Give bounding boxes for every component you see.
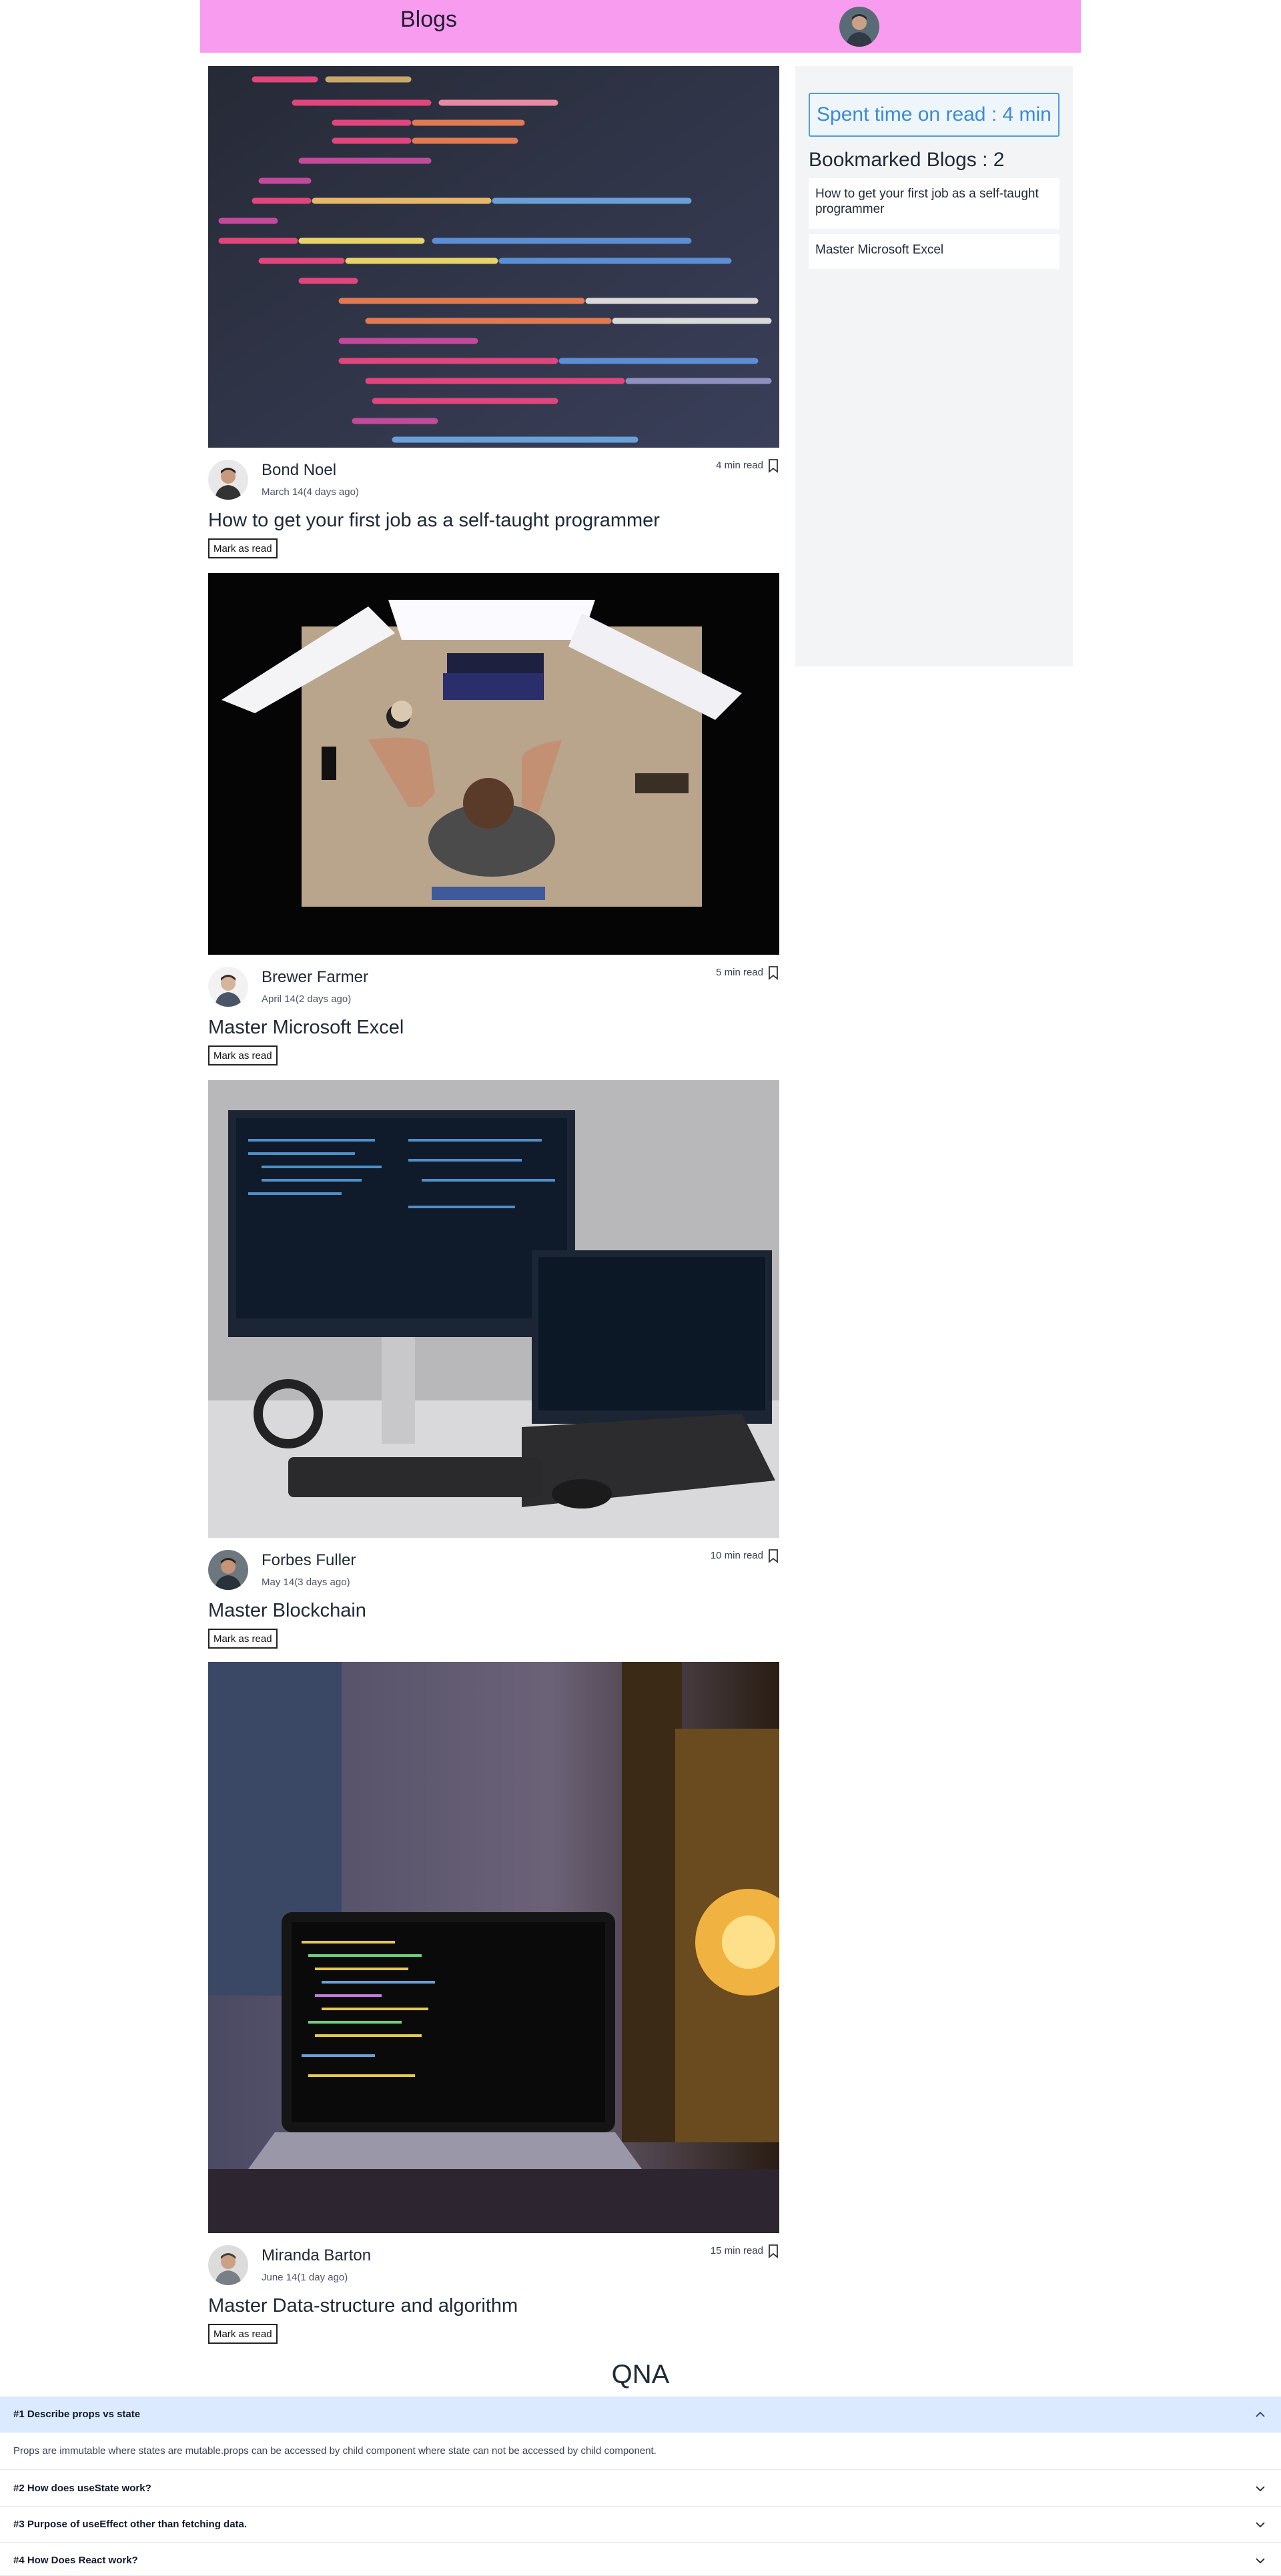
blog-meta: Miranda Barton June 14(1 day ago) 15 min… <box>208 2242 779 2289</box>
bookmark-item: How to get your first job as a self-taug… <box>809 178 1059 229</box>
qna-question-toggle[interactable]: #3 Purpose of useEffect other than fetch… <box>0 2507 1281 2543</box>
read-time: 10 min read <box>710 1550 763 1561</box>
qna-item: #4 How Does React work? <box>0 2543 1281 2576</box>
spent-time-box: Spent time on read : 4 min <box>809 93 1059 137</box>
blog-meta: Forbes Fuller May 14(3 days ago) 10 min … <box>208 1547 779 1594</box>
blog-title[interactable]: Master Blockchain <box>208 1600 366 1622</box>
qna-answer: Props are immutable where states are mut… <box>13 2445 657 2457</box>
brand-title: Blogs <box>400 7 458 32</box>
mark-as-read-button[interactable]: Mark as read <box>208 1045 278 1065</box>
user-avatar-icon[interactable] <box>839 7 879 47</box>
blog-card: Brewer Farmer April 14(2 days ago) 5 min… <box>208 573 779 1067</box>
blog-meta: Bond Noel March 14(4 days ago) 4 min rea… <box>208 457 779 504</box>
blog-title[interactable]: Master Data-structure and algorithm <box>208 2295 518 2317</box>
post-date: April 14(2 days ago) <box>262 993 352 1005</box>
read-time: 5 min read <box>716 967 763 978</box>
author-avatar <box>208 460 248 500</box>
sidebar: Spent time on read : 4 min Bookmarked Bl… <box>795 66 1073 667</box>
bookmark-icon[interactable] <box>767 458 779 473</box>
blog-card: Miranda Barton June 14(1 day ago) 15 min… <box>208 1662 779 2349</box>
author-name: Brewer Farmer <box>262 968 369 986</box>
spent-time-text: Spent time on read : 4 min <box>817 103 1051 125</box>
blog-meta: Brewer Farmer April 14(2 days ago) 5 min… <box>208 964 779 1011</box>
author-name: Forbes Fuller <box>262 1551 356 1569</box>
qna-question: #4 How Does React work? <box>13 2555 138 2566</box>
blog-card: Forbes Fuller May 14(3 days ago) 10 min … <box>208 1080 779 1651</box>
bookmark-icon[interactable] <box>767 2244 779 2258</box>
author-avatar <box>208 2245 248 2285</box>
qna-item: #2 How does useState work? <box>0 2471 1281 2507</box>
bookmarks-heading: Bookmarked Blogs : 2 <box>809 149 1005 171</box>
qna-question-toggle[interactable]: #2 How does useState work? <box>0 2471 1281 2507</box>
code-editor-image <box>208 66 779 448</box>
desk-setup-image <box>208 573 779 955</box>
post-date: June 14(1 day ago) <box>262 2272 348 2283</box>
read-time: 4 min read <box>716 460 763 471</box>
qna-question-toggle[interactable]: #1 Describe props vs state <box>0 2397 1281 2433</box>
bookmark-icon[interactable] <box>767 965 779 980</box>
qna-question-toggle[interactable]: #4 How Does React work? <box>0 2543 1281 2576</box>
mark-as-read-button[interactable]: Mark as read <box>208 1629 278 1649</box>
read-time: 15 min read <box>710 2245 763 2256</box>
qna-item: #3 Purpose of useEffect other than fetch… <box>0 2507 1281 2543</box>
blog-title[interactable]: Master Microsoft Excel <box>208 1017 404 1039</box>
chevron-up-icon <box>1254 2409 1266 2421</box>
author-name: Bond Noel <box>262 461 337 479</box>
qna-question: #2 How does useState work? <box>13 2483 151 2494</box>
qna-item: #1 Describe props vs state Props are imm… <box>0 2397 1281 2470</box>
monitor-laptop-image <box>208 1080 779 1538</box>
bookmark-icon[interactable] <box>767 1549 779 1563</box>
chevron-down-icon <box>1254 2555 1266 2567</box>
laptop-lamp-image <box>208 1662 779 2233</box>
qna-question: #3 Purpose of useEffect other than fetch… <box>13 2519 248 2530</box>
post-date: May 14(3 days ago) <box>262 1577 350 1588</box>
chevron-down-icon <box>1254 2483 1266 2495</box>
author-avatar <box>208 1550 248 1590</box>
navbar: Blogs <box>200 0 1081 53</box>
blog-title[interactable]: How to get your first job as a self-taug… <box>208 510 660 532</box>
author-avatar <box>208 967 248 1007</box>
blog-card: Bond Noel March 14(4 days ago) 4 min rea… <box>208 66 779 560</box>
post-date: March 14(4 days ago) <box>262 486 359 498</box>
chevron-down-icon <box>1254 2519 1266 2531</box>
qna-title: QNA <box>611 2360 670 2389</box>
bookmark-item: Master Microsoft Excel <box>809 234 1059 269</box>
qna-question: #1 Describe props vs state <box>13 2409 141 2420</box>
mark-as-read-button[interactable]: Mark as read <box>208 538 278 558</box>
author-name: Miranda Barton <box>262 2246 372 2264</box>
mark-as-read-button[interactable]: Mark as read <box>208 2324 278 2344</box>
